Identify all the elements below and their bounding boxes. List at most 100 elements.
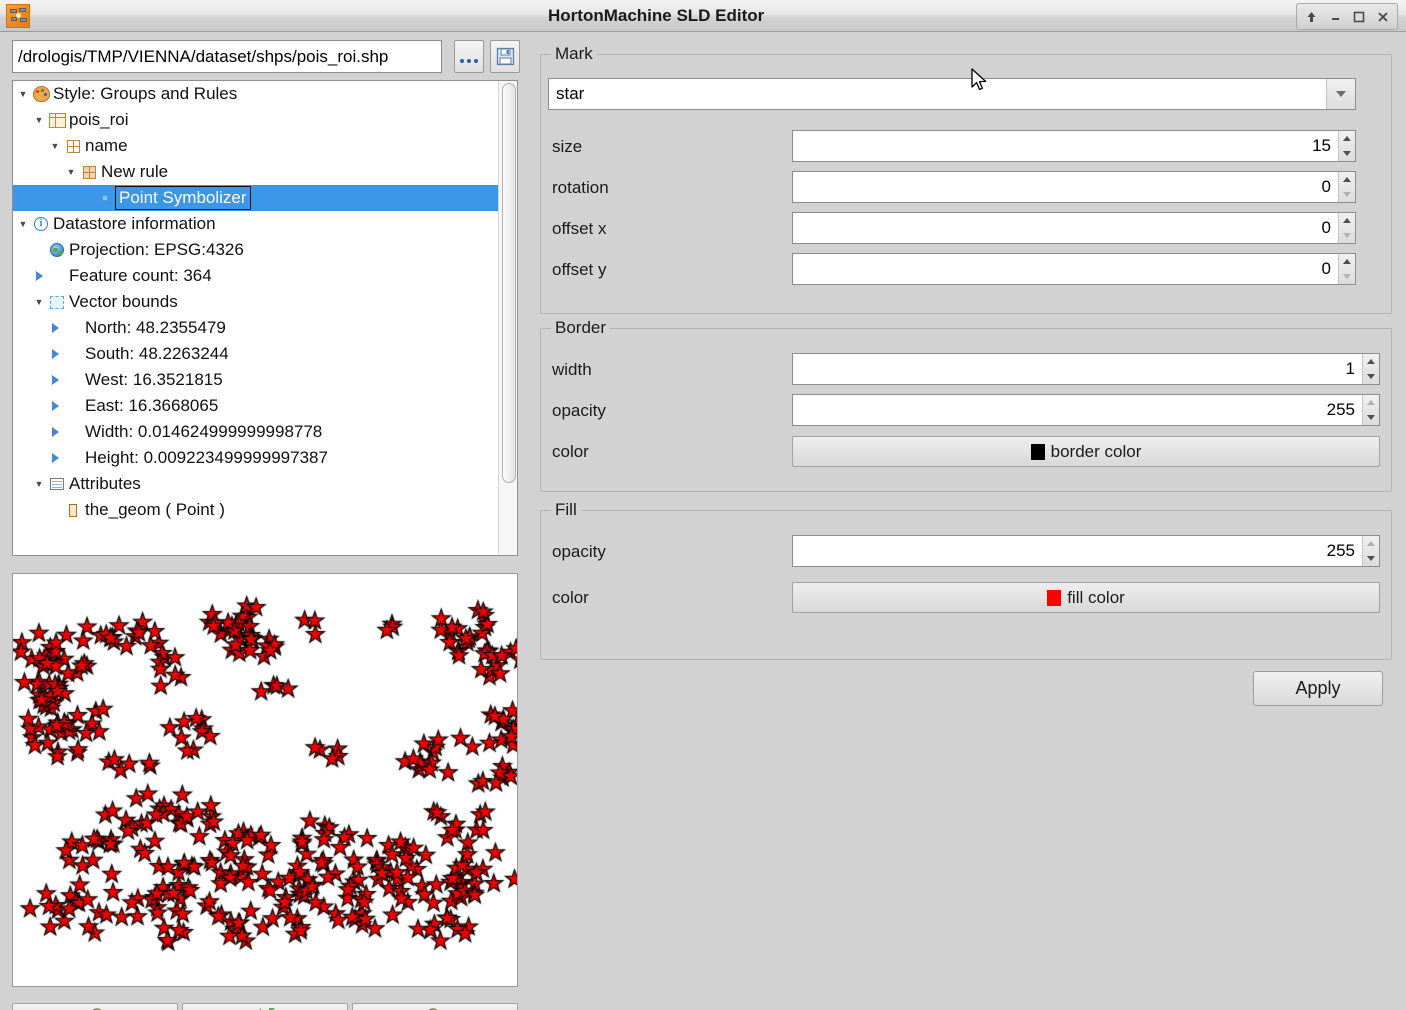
maximize-window-button[interactable] bbox=[1348, 7, 1370, 26]
tree-row[interactable]: Feature count: 364 bbox=[13, 263, 498, 289]
chevron-down-icon[interactable]: ▼ bbox=[31, 107, 47, 133]
border-width-value: 1 bbox=[1345, 359, 1355, 378]
tree-row[interactable]: South: 48.2263244 bbox=[13, 341, 498, 367]
border-width-label: width bbox=[552, 360, 592, 379]
grid-icon bbox=[63, 133, 83, 159]
border-width-spinner[interactable]: 1 bbox=[792, 353, 1380, 385]
map-preview-panel[interactable] bbox=[12, 573, 518, 987]
rotation-increment-button[interactable] bbox=[1339, 172, 1355, 187]
tree-vertical-scrollbar[interactable] bbox=[498, 81, 517, 555]
save-style-button[interactable] bbox=[490, 40, 520, 73]
chevron-down-icon[interactable]: ▼ bbox=[63, 159, 79, 185]
offset-x-spinner[interactable]: 0 bbox=[792, 212, 1356, 244]
tree-row-label: North: 48.2355479 bbox=[85, 318, 226, 337]
ellipsis-icon bbox=[460, 58, 478, 63]
chevron-right-icon[interactable] bbox=[47, 367, 63, 393]
border-opacity-decrement-button[interactable] bbox=[1363, 410, 1379, 425]
tree-row-label: Feature count: 364 bbox=[69, 266, 212, 285]
tree-row-selected[interactable]: Point Symbolizer bbox=[13, 185, 498, 211]
tree-row-label: Attributes bbox=[69, 474, 141, 493]
rotation-spinner[interactable]: 0 bbox=[792, 171, 1356, 203]
mark-shape-combo[interactable]: star bbox=[548, 78, 1356, 110]
tree-row[interactable]: ▼ Style: Groups and Rules bbox=[13, 81, 498, 107]
size-spinner[interactable]: 15 bbox=[792, 130, 1356, 162]
floppy-disk-icon bbox=[496, 47, 514, 66]
style-tree[interactable]: ▼ Style: Groups and Rules ▼ pois_roi ▼ name ▼ N… bbox=[13, 81, 498, 555]
offset-y-increment-button[interactable] bbox=[1339, 254, 1355, 269]
size-decrement-button[interactable] bbox=[1339, 146, 1355, 161]
tree-row[interactable]: the_geom ( Point ) bbox=[13, 497, 498, 523]
border-opacity-spinner[interactable]: 255 bbox=[792, 394, 1380, 426]
chevron-right-icon[interactable] bbox=[47, 393, 63, 419]
fill-opacity-increment-button[interactable] bbox=[1363, 536, 1379, 551]
bounds-icon bbox=[47, 289, 67, 315]
rotation-decrement-button[interactable] bbox=[1339, 187, 1355, 202]
chevron-down-icon[interactable]: ▼ bbox=[31, 289, 47, 315]
tree-row[interactable]: ▼ pois_roi bbox=[13, 107, 498, 133]
zoom-to-extent-button[interactable] bbox=[182, 1003, 348, 1010]
tree-scrollbar-thumb[interactable] bbox=[502, 83, 516, 483]
offset-y-spinner[interactable]: 0 bbox=[792, 253, 1356, 285]
size-increment-button[interactable] bbox=[1339, 131, 1355, 146]
rotation-label: rotation bbox=[552, 178, 609, 197]
chevron-right-icon[interactable] bbox=[47, 445, 63, 471]
tree-row[interactable]: ▼ Vector bounds bbox=[13, 289, 498, 315]
chevron-right-icon[interactable] bbox=[47, 341, 63, 367]
tree-row[interactable]: ▼ Attributes bbox=[13, 471, 498, 497]
small-square-icon bbox=[95, 185, 115, 211]
border-opacity-increment-button[interactable] bbox=[1363, 395, 1379, 410]
tree-row[interactable]: Projection: EPSG:4326 bbox=[13, 237, 498, 263]
border-opacity-value: 255 bbox=[1326, 400, 1355, 419]
border-width-decrement-button[interactable] bbox=[1363, 369, 1379, 384]
border-width-increment-button[interactable] bbox=[1363, 354, 1379, 369]
tree-row[interactable]: North: 48.2355479 bbox=[13, 315, 498, 341]
chevron-down-icon[interactable]: ▼ bbox=[15, 81, 31, 107]
tree-row[interactable]: Width: 0.014624999999998778 bbox=[13, 419, 498, 445]
tree-row-label: name bbox=[85, 136, 128, 155]
tree-row[interactable]: West: 16.3521815 bbox=[13, 367, 498, 393]
chevron-down-icon[interactable]: ▼ bbox=[31, 471, 47, 497]
zoom-out-button[interactable] bbox=[12, 1003, 178, 1010]
fill-opacity-value: 255 bbox=[1326, 541, 1355, 560]
browse-file-button[interactable] bbox=[454, 40, 484, 73]
tree-row-label: South: 48.2263244 bbox=[85, 344, 229, 363]
border-color-button[interactable]: border color bbox=[792, 436, 1380, 467]
chevron-down-icon[interactable]: ▼ bbox=[15, 211, 31, 237]
chevron-right-icon[interactable] bbox=[31, 263, 47, 289]
fill-opacity-decrement-button[interactable] bbox=[1363, 551, 1379, 566]
apply-button[interactable]: Apply bbox=[1253, 671, 1383, 706]
tree-row[interactable]: ▼ name bbox=[13, 133, 498, 159]
tree-row[interactable]: East: 16.3668065 bbox=[13, 393, 498, 419]
offset-x-label: offset x bbox=[552, 219, 607, 238]
offset-x-decrement-button[interactable] bbox=[1339, 228, 1355, 243]
tree-row-label: West: 16.3521815 bbox=[85, 370, 223, 389]
chevron-right-icon[interactable] bbox=[47, 419, 63, 445]
tree-row-label: Projection: EPSG:4326 bbox=[69, 240, 244, 259]
feature-table-icon bbox=[47, 107, 67, 133]
map-preview-canvas[interactable] bbox=[13, 574, 517, 986]
shapefile-path-input[interactable] bbox=[12, 40, 442, 73]
grid-filled-icon bbox=[79, 159, 99, 185]
zoom-in-button[interactable] bbox=[352, 1003, 518, 1010]
tree-row-label: Width: 0.014624999999998778 bbox=[85, 422, 323, 441]
fill-color-button[interactable]: fill color bbox=[792, 582, 1380, 613]
tree-row-label: East: 16.3668065 bbox=[85, 396, 219, 415]
minimize-window-button[interactable] bbox=[1324, 7, 1346, 26]
tree-row-label: New rule bbox=[101, 162, 169, 181]
fill-group-title: Fill bbox=[551, 500, 581, 520]
map-toolbar bbox=[12, 1003, 518, 1010]
chevron-down-icon[interactable]: ▼ bbox=[47, 133, 63, 159]
tree-row[interactable]: ▼ i Datastore information bbox=[13, 211, 498, 237]
shade-window-button[interactable] bbox=[1300, 7, 1322, 26]
tree-row[interactable]: ▼ New rule bbox=[13, 159, 498, 185]
fill-opacity-spinner[interactable]: 255 bbox=[792, 535, 1380, 567]
offset-y-decrement-button[interactable] bbox=[1339, 269, 1355, 284]
fill-color-label: color bbox=[552, 588, 589, 607]
tree-row[interactable]: Height: 0.009223499999997387 bbox=[13, 445, 498, 471]
offset-x-increment-button[interactable] bbox=[1339, 213, 1355, 228]
offset-x-value: 0 bbox=[1321, 218, 1331, 237]
close-window-button[interactable] bbox=[1372, 7, 1394, 26]
chevron-down-icon[interactable] bbox=[1326, 79, 1355, 109]
chevron-right-icon[interactable] bbox=[47, 315, 63, 341]
style-tree-panel: ▼ Style: Groups and Rules ▼ pois_roi ▼ name ▼ N… bbox=[12, 80, 518, 556]
